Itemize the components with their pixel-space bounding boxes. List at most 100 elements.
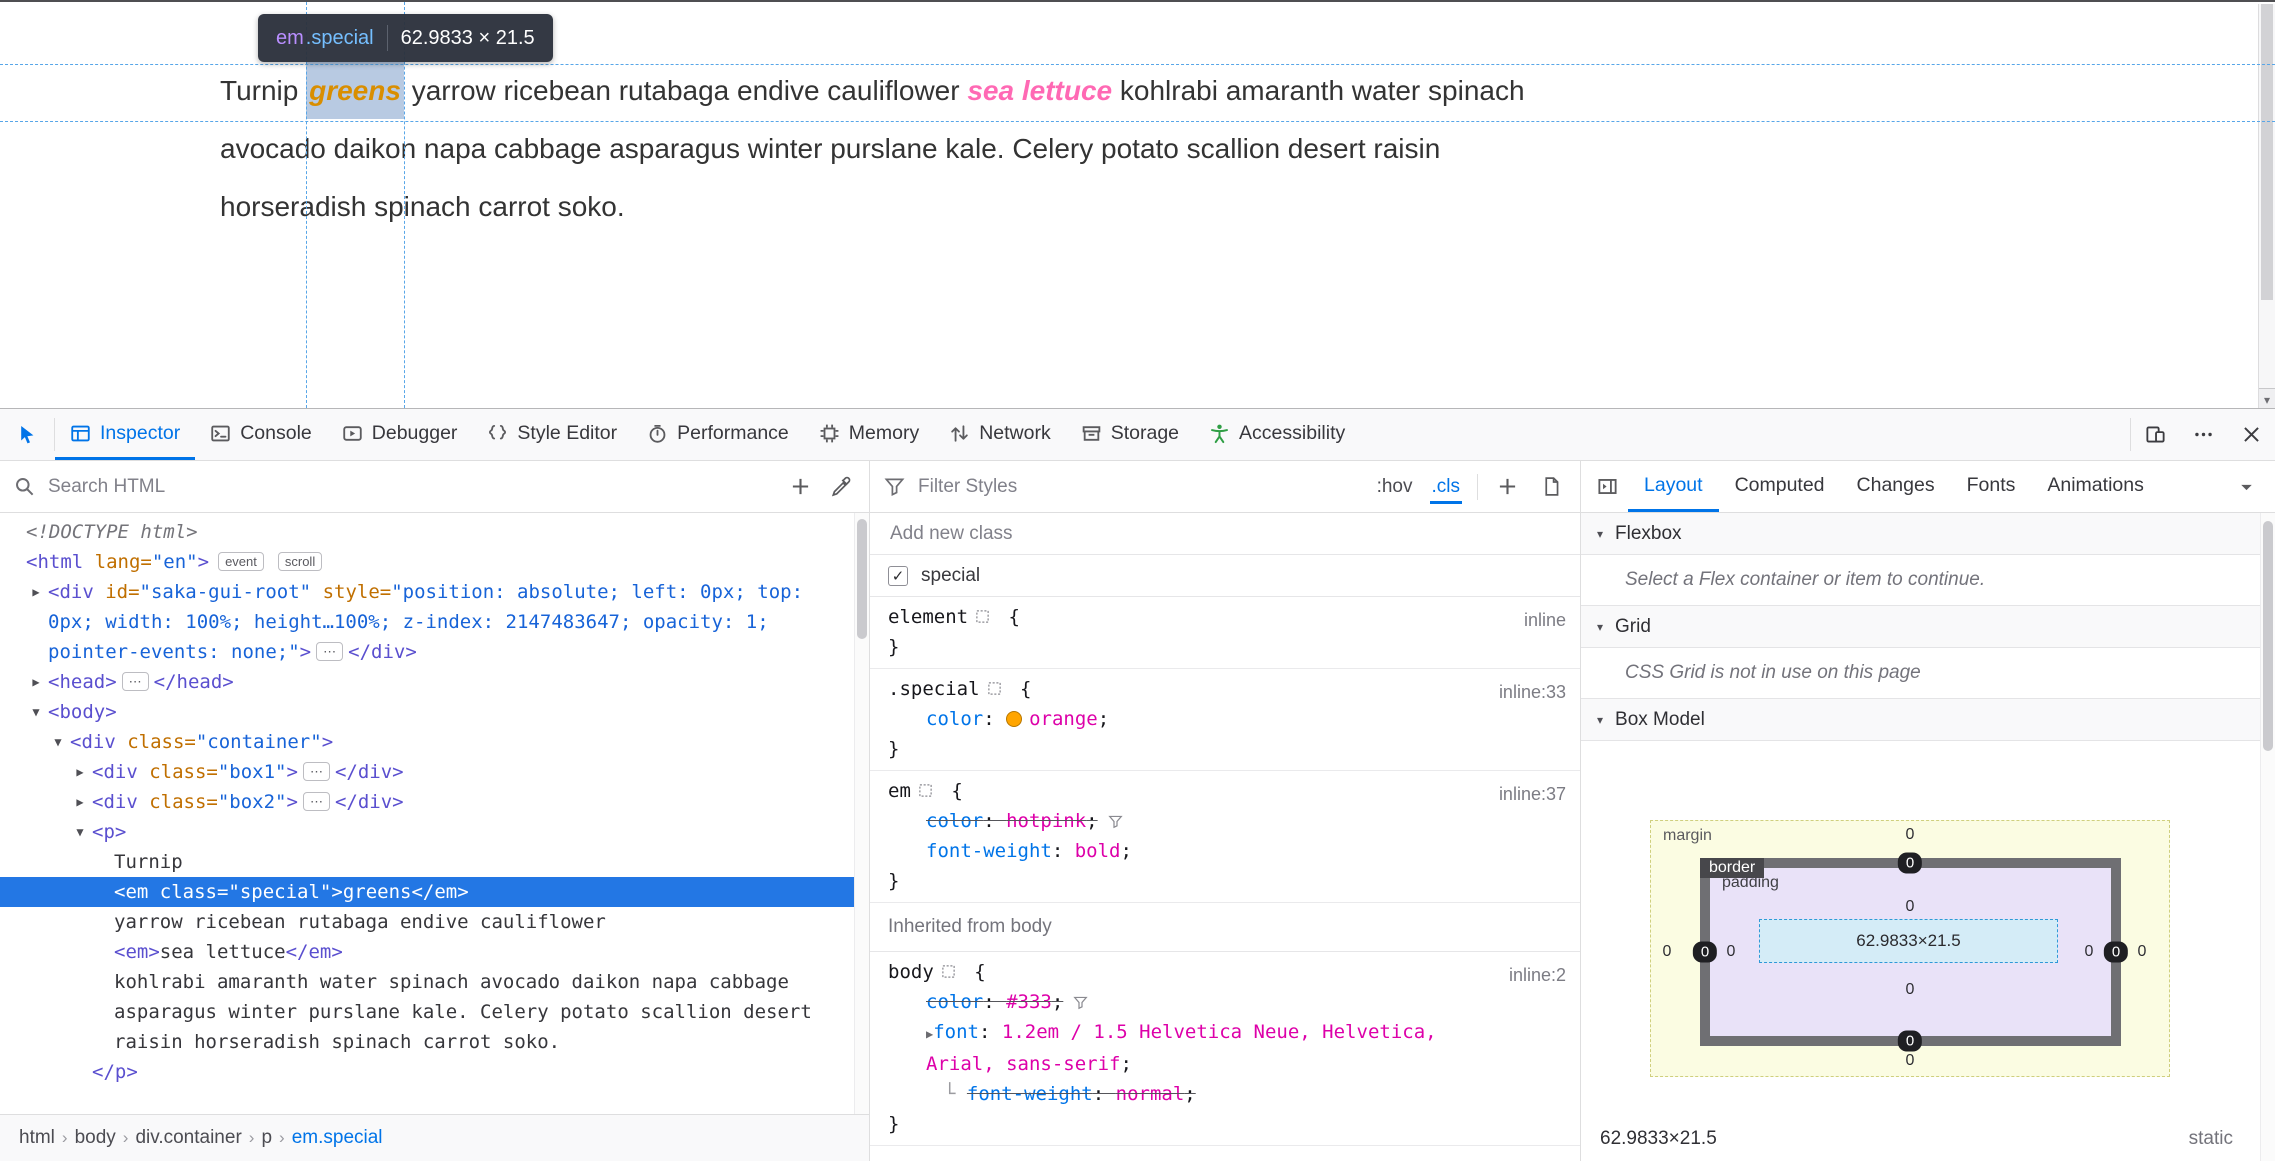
layout-pane-scrollbar[interactable] [2260, 513, 2275, 1161]
css-declaration[interactable]: font-weight: bold; [870, 836, 1530, 866]
devtools-menu-button[interactable] [2179, 409, 2227, 460]
markup-node-row[interactable]: <em class="special">greens</em> [0, 877, 854, 907]
css-property-name[interactable]: color [926, 991, 983, 1013]
sidebar-tab-layout[interactable]: Layout [1628, 461, 1719, 512]
markup-node-row[interactable]: ▶ <div class="box1"> ⋯ </div> [0, 757, 854, 787]
markup-node-row[interactable]: ▼ <body> [0, 697, 854, 727]
selector-target-icon[interactable] [918, 783, 933, 798]
inline-ellipsis[interactable]: ⋯ [302, 762, 330, 781]
devtools-tab-inspector[interactable]: Inspector [55, 409, 196, 460]
breadcrumb-item[interactable]: em.special [285, 1127, 390, 1149]
add-new-class-input[interactable] [888, 521, 1562, 546]
devtools-close-button[interactable] [2227, 409, 2275, 460]
overridden-filter-icon[interactable] [1073, 995, 1088, 1010]
markup-node-row[interactable]: Turnip [0, 847, 854, 877]
css-property-value[interactable]: bold [1075, 840, 1121, 862]
css-declaration[interactable]: color: hotpink; [870, 806, 1530, 836]
markup-node-row[interactable]: ▶ <div class="box2"> ⋯ </div> [0, 787, 854, 817]
selector-target-icon[interactable] [987, 681, 1002, 696]
rule-source-link[interactable]: inline:37 [1499, 779, 1566, 809]
twisty-icon[interactable]: ▼ [49, 727, 67, 757]
markup-node-row[interactable]: ▶ <div id="saka-gui-root" style="position… [0, 577, 854, 667]
padding-bottom-value[interactable]: 0 [1906, 981, 1915, 999]
markup-node-row[interactable]: <!DOCTYPE html> [0, 517, 854, 547]
breadcrumb-item[interactable]: p [254, 1127, 279, 1149]
add-rule-button[interactable] [1493, 476, 1522, 497]
class-checkbox[interactable] [888, 565, 908, 586]
margin-top-value[interactable]: 0 [1906, 826, 1915, 844]
overridden-filter-icon[interactable] [1107, 814, 1123, 829]
devtools-tab-style-editor[interactable]: Style Editor [472, 409, 632, 460]
border-right-value[interactable]: 0 [2103, 941, 2129, 963]
box-model-content-box[interactable]: 62.9833×21.5 [1759, 919, 2058, 963]
twisty-icon[interactable]: ▼ [27, 697, 45, 727]
layout-scrollbar-thumb[interactable] [2263, 521, 2273, 751]
markup-node-row[interactable]: ▼ <p> [0, 817, 854, 847]
markup-node-row[interactable]: <em>sea lettuce</em> [0, 937, 854, 967]
selector-target-icon[interactable] [975, 609, 990, 624]
css-property-name[interactable]: color [926, 810, 983, 832]
css-property-value[interactable]: #333 [1006, 991, 1052, 1013]
border-top-value[interactable]: 0 [1897, 852, 1923, 874]
css-declaration[interactable]: ▶font: 1.2em / 1.5 Helvetica Neue, Helve… [870, 1017, 1530, 1079]
sidebar-toggle-button[interactable] [1587, 461, 1628, 512]
badge-scroll[interactable]: scroll [277, 552, 323, 571]
css-declaration[interactable]: └ font-weight: normal; [870, 1079, 1530, 1109]
rule-selector[interactable]: .special [888, 678, 980, 700]
add-node-button[interactable] [786, 476, 815, 497]
rule-selector[interactable]: element [888, 606, 968, 628]
rule-source-link[interactable]: inline:2 [1509, 960, 1566, 990]
breadcrumb-item[interactable]: body [68, 1127, 123, 1149]
box-model-section-header[interactable]: ▾ Box Model [1581, 699, 2275, 741]
rule-source-link[interactable]: inline [1524, 605, 1566, 635]
devtools-responsive-design-button[interactable] [2131, 409, 2179, 460]
pseudo-class-toggle[interactable]: :hov [1375, 473, 1415, 501]
markup-node-row[interactable]: ▶ <head> ⋯ </head> [0, 667, 854, 697]
css-property-value[interactable]: normal [1116, 1083, 1185, 1105]
markup-scrollbar-thumb[interactable] [857, 519, 867, 639]
grid-section-header[interactable]: ▾ Grid [1581, 606, 2275, 648]
eyedropper-button[interactable] [826, 476, 855, 497]
css-property-name[interactable]: font-weight [967, 1083, 1093, 1105]
breadcrumb-item[interactable]: html [12, 1127, 62, 1149]
css-property-name[interactable]: font-weight [926, 840, 1052, 862]
twisty-icon[interactable]: ▶ [27, 667, 45, 697]
color-swatch[interactable] [1006, 711, 1023, 727]
css-declaration[interactable]: color: #333; [870, 987, 1530, 1017]
rule-source-link[interactable]: inline:33 [1499, 677, 1566, 707]
search-html-input[interactable] [46, 474, 763, 499]
twisty-icon[interactable]: ▶ [71, 787, 89, 817]
margin-bottom-value[interactable]: 0 [1906, 1052, 1915, 1070]
markup-node-row[interactable]: yarrow ricebean rutabaga endive cauliflo… [0, 907, 854, 937]
markup-node-row[interactable]: <html lang="en"> event scroll [0, 547, 854, 577]
devtools-tab-storage[interactable]: Storage [1066, 409, 1194, 460]
flexbox-section-header[interactable]: ▾ Flexbox [1581, 513, 2275, 555]
markup-node-row[interactable]: kohlrabi amaranth water spinach avocado … [0, 967, 854, 1057]
sidebar-tab-computed[interactable]: Computed [1719, 461, 1841, 512]
sidebar-tab-animations[interactable]: Animations [2031, 461, 2159, 512]
badge-event[interactable]: event [218, 552, 264, 571]
padding-top-value[interactable]: 0 [1906, 898, 1915, 916]
page-scrollbar-thumb[interactable] [2261, 4, 2273, 300]
sidebar-tab-fonts[interactable]: Fonts [1951, 461, 2032, 512]
devtools-tab-memory[interactable]: Memory [804, 409, 934, 460]
markup-node-row[interactable]: ▼ <div class="container"> [0, 727, 854, 757]
padding-right-value[interactable]: 0 [2085, 943, 2094, 961]
markup-scrollbar[interactable] [854, 513, 869, 1114]
all-tabs-dropdown[interactable] [2236, 461, 2257, 512]
twisty-icon[interactable]: ▼ [71, 817, 89, 847]
border-bottom-value[interactable]: 0 [1897, 1030, 1923, 1052]
devtools-tab-network[interactable]: Network [934, 409, 1066, 460]
css-declaration[interactable]: color: orange; [870, 704, 1530, 734]
breadcrumb-item[interactable]: div.container [128, 1127, 248, 1149]
rule-selector[interactable]: body [888, 961, 934, 983]
css-property-name[interactable]: color [926, 708, 983, 730]
css-property-name[interactable]: font [933, 1021, 979, 1043]
content-dimensions[interactable]: 62.9833×21.5 [1856, 931, 1960, 951]
class-panel-toggle[interactable]: .cls [1430, 473, 1463, 501]
margin-left-value[interactable]: 0 [1663, 943, 1672, 961]
devtools-tab-console[interactable]: Console [195, 409, 327, 460]
markup-node-row[interactable]: </p> [0, 1057, 854, 1087]
rule-selector[interactable]: em [888, 780, 911, 802]
node-picker-button[interactable] [0, 409, 54, 460]
